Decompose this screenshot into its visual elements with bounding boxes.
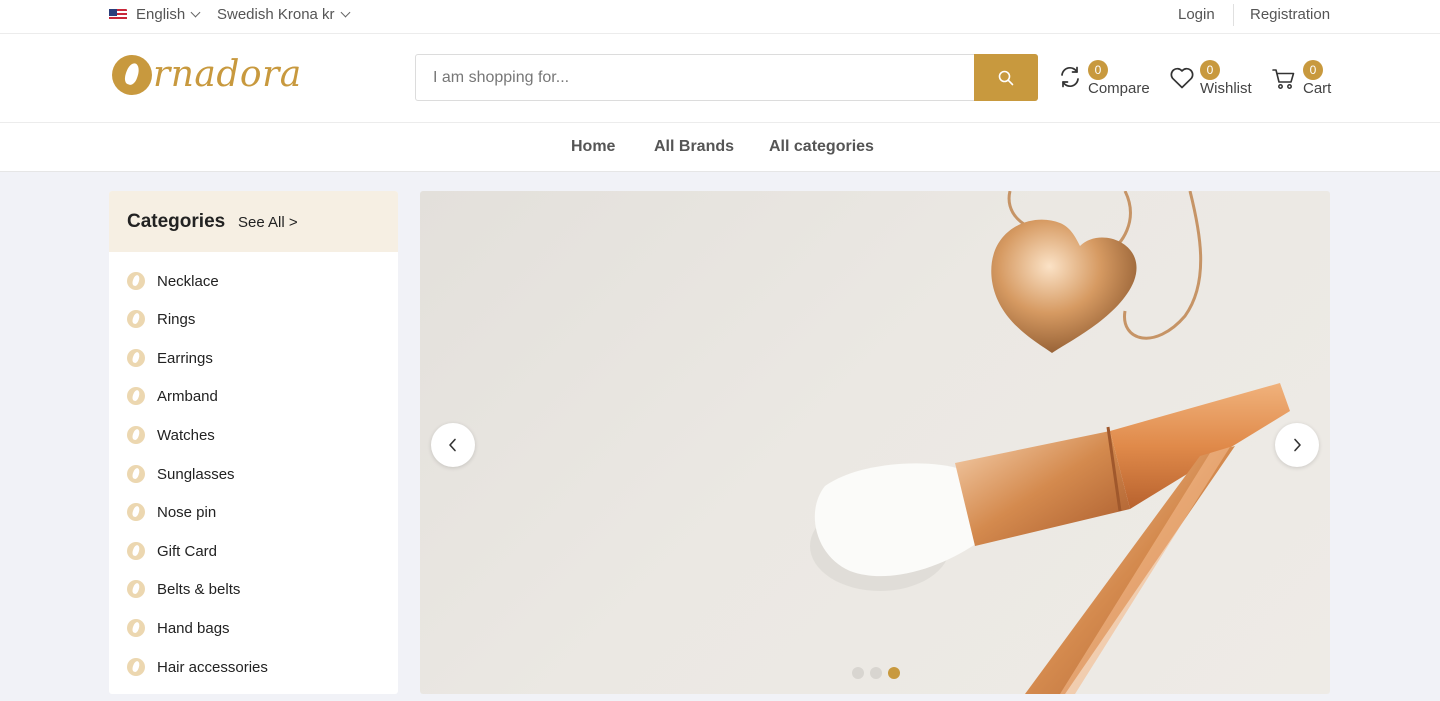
search-button[interactable] — [974, 54, 1038, 101]
category-label: Earrings — [157, 349, 213, 367]
compare-button[interactable]: 0 Compare — [1058, 60, 1153, 100]
cart-icon — [1272, 69, 1295, 89]
chevron-down-icon — [340, 7, 351, 18]
category-item-belts[interactable]: Belts & belts — [127, 577, 240, 601]
category-item-gift-card[interactable]: Gift Card — [127, 539, 217, 563]
category-label: Armband — [157, 387, 218, 405]
category-label: Hair accessories — [157, 658, 268, 676]
category-icon — [127, 503, 145, 521]
category-item-watches[interactable]: Watches — [127, 423, 215, 447]
heart-icon — [1170, 67, 1194, 89]
category-icon — [127, 619, 145, 637]
main-nav: Home All Brands All categories — [0, 123, 1440, 172]
category-label: Necklace — [157, 272, 219, 290]
logo[interactable]: rnadora — [112, 54, 302, 95]
chevron-left-icon — [449, 438, 456, 452]
flag-us-icon — [109, 8, 127, 21]
search-icon — [998, 70, 1014, 85]
slide-image — [810, 191, 1290, 694]
search-input[interactable] — [416, 55, 974, 100]
slider-next-button[interactable] — [1275, 423, 1319, 467]
category-icon — [127, 580, 145, 598]
categories-header: Categories See All > — [109, 191, 398, 252]
top-bar: English Swedish Krona kr Login Registrat… — [0, 0, 1440, 34]
category-item-hand-bags[interactable]: Hand bags — [127, 616, 230, 640]
chevron-down-icon — [190, 7, 201, 18]
compare-count-badge: 0 — [1088, 60, 1108, 80]
see-all-link[interactable]: See All > — [238, 214, 298, 231]
category-icon — [127, 387, 145, 405]
category-label: Hand bags — [157, 619, 230, 637]
language-selector[interactable]: English — [109, 6, 201, 23]
nav-home[interactable]: Home — [571, 138, 615, 156]
category-label: Belts & belts — [157, 580, 241, 598]
category-icon — [127, 658, 145, 676]
slider-prev-button[interactable] — [431, 423, 475, 467]
chevron-right-icon — [1294, 438, 1301, 452]
compare-label: Compare — [1088, 80, 1150, 97]
wishlist-button[interactable]: 0 Wishlist — [1169, 60, 1254, 100]
wishlist-count-badge: 0 — [1200, 60, 1220, 80]
slider-dots — [852, 667, 900, 679]
currency-label: Swedish Krona kr — [217, 6, 335, 23]
category-icon — [127, 465, 145, 483]
slider-dot-3[interactable] — [888, 667, 900, 679]
hero-slider[interactable] — [420, 191, 1330, 694]
category-item-necklace[interactable]: Necklace — [127, 269, 219, 293]
slider-dot-2[interactable] — [870, 667, 882, 679]
category-icon — [127, 310, 145, 328]
category-item-hair-accessories[interactable]: Hair accessories — [127, 655, 268, 679]
cart-count-badge: 0 — [1303, 60, 1323, 80]
categories-panel: Categories See All > Necklace Rings Earr… — [109, 191, 398, 694]
search-bar — [415, 54, 1038, 101]
currency-selector[interactable]: Swedish Krona kr — [217, 6, 351, 23]
nav-all-categories[interactable]: All categories — [769, 138, 874, 156]
registration-link[interactable]: Registration — [1250, 6, 1330, 23]
category-label: Sunglasses — [157, 465, 235, 483]
slider-dot-1[interactable] — [852, 667, 864, 679]
logo-text: rnadora — [153, 54, 302, 95]
login-link[interactable]: Login — [1178, 6, 1215, 23]
category-label: Gift Card — [157, 542, 218, 560]
category-item-sunglasses[interactable]: Sunglasses — [127, 462, 235, 486]
category-icon — [127, 542, 145, 560]
category-label: Watches — [157, 426, 215, 444]
categories-title: Categories — [127, 211, 226, 232]
category-icon — [127, 349, 145, 367]
category-item-armband[interactable]: Armband — [127, 384, 218, 408]
header: rnadora 0 Compare 0 Wishlist — [0, 34, 1440, 123]
category-item-rings[interactable]: Rings — [127, 307, 195, 331]
cart-button[interactable]: 0 Cart — [1272, 60, 1334, 100]
divider — [1233, 4, 1234, 26]
logo-mark-icon — [112, 54, 152, 95]
wishlist-label: Wishlist — [1200, 80, 1252, 97]
category-item-nose-pin[interactable]: Nose pin — [127, 500, 216, 524]
category-item-earrings[interactable]: Earrings — [127, 346, 213, 370]
category-label: Rings — [157, 310, 196, 328]
nav-all-brands[interactable]: All Brands — [654, 138, 734, 156]
category-icon — [127, 272, 145, 290]
language-label: English — [136, 6, 186, 23]
category-label: Nose pin — [157, 503, 217, 521]
cart-label: Cart — [1303, 80, 1332, 97]
category-icon — [127, 426, 145, 444]
compare-icon — [1061, 66, 1079, 88]
